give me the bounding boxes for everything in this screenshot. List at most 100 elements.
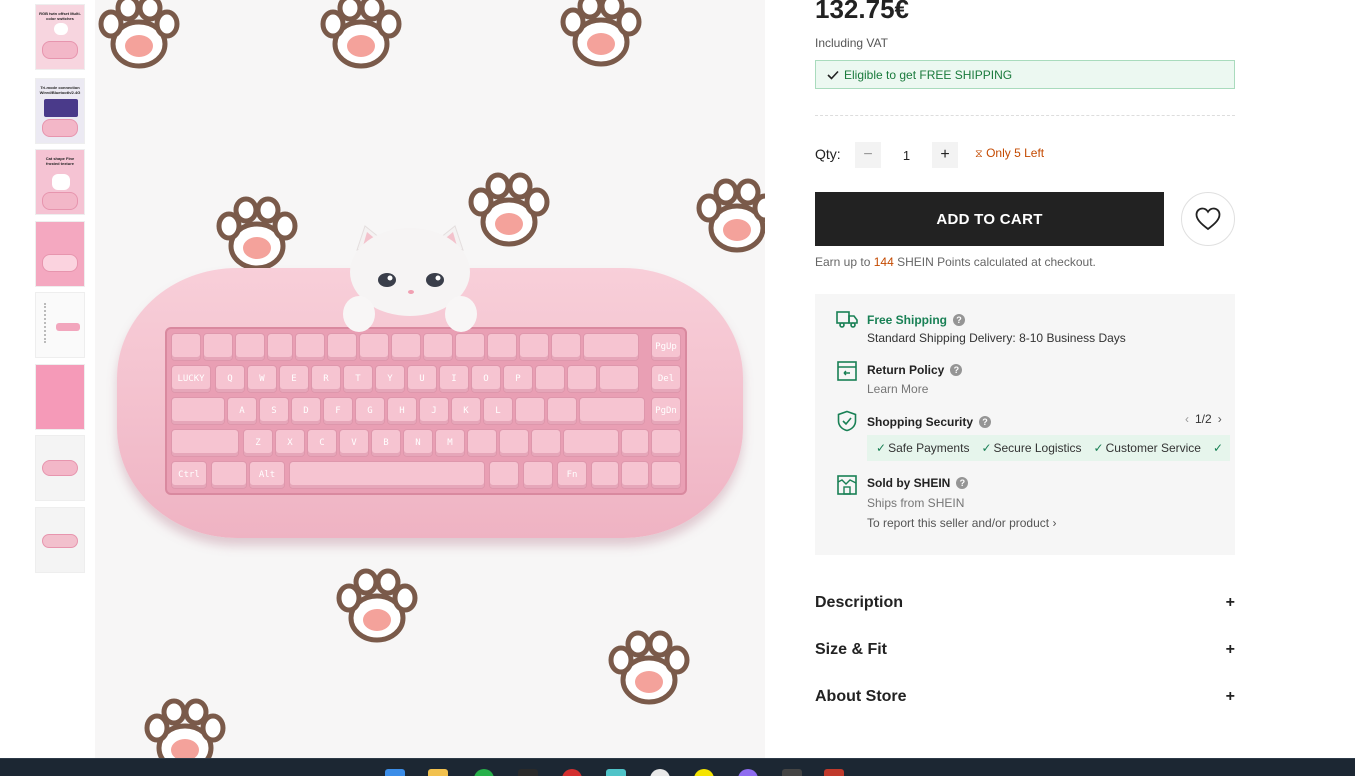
plus-icon: + bbox=[1225, 688, 1235, 705]
quantity-input[interactable] bbox=[881, 142, 932, 168]
keyboard-keys: PgUp LUCKY Q W E R T Y U I O P Del A S D… bbox=[165, 327, 687, 495]
return-policy-title[interactable]: Return Policy ? bbox=[867, 363, 963, 377]
app-icon[interactable] bbox=[824, 769, 844, 776]
cat-image bbox=[54, 23, 68, 35]
accordion-label: Size & Fit bbox=[815, 641, 888, 658]
check-icon: ✓ bbox=[1093, 441, 1104, 455]
paw-print-decoration bbox=[605, 630, 693, 710]
thumbnail-6[interactable] bbox=[35, 364, 85, 430]
security-features: ✓ Safe Payments ✓ Secure Logistics ✓ Custom… bbox=[867, 435, 1230, 461]
product-price: 132.75€ bbox=[815, 0, 909, 24]
return-box-icon bbox=[837, 361, 857, 381]
report-seller-text: To report this seller and/or product bbox=[867, 516, 1050, 530]
points-prefix: Earn up to bbox=[815, 255, 871, 269]
heart-icon bbox=[1195, 207, 1221, 231]
keyboard-image bbox=[42, 534, 78, 548]
app-icon[interactable] bbox=[694, 769, 714, 776]
thumbnail-3[interactable]: Cat shape Fine frosted texture bbox=[35, 149, 85, 215]
main-product-image[interactable]: PgUp LUCKY Q W E R T Y U I O P Del A S D… bbox=[95, 0, 765, 758]
check-icon bbox=[827, 70, 839, 80]
return-policy-label: Return Policy bbox=[867, 363, 945, 377]
accordion-size-fit[interactable]: Size & Fit + bbox=[815, 638, 1235, 662]
learn-more-link[interactable]: Learn More bbox=[867, 382, 928, 396]
windows-start-icon[interactable] bbox=[385, 769, 405, 776]
ships-from: Ships from SHEIN bbox=[867, 496, 965, 510]
divider bbox=[815, 115, 1235, 116]
app-icon[interactable] bbox=[474, 769, 494, 776]
stock-warning: ⧖ Only 5 Left bbox=[975, 146, 1044, 161]
chevron-left-icon[interactable]: ‹ bbox=[1185, 412, 1189, 426]
shield-icon bbox=[837, 410, 857, 432]
keyboard-image bbox=[56, 323, 80, 331]
app-icon[interactable] bbox=[782, 769, 802, 776]
free-shipping-text: Eligible to get FREE SHIPPING bbox=[844, 67, 1013, 82]
free-shipping-label: Free Shipping bbox=[867, 313, 948, 327]
help-icon[interactable]: ? bbox=[953, 314, 966, 326]
thumbnail-7[interactable] bbox=[35, 435, 85, 501]
thumbnail-8[interactable] bbox=[35, 507, 85, 573]
paw-print-decoration bbox=[693, 178, 765, 258]
wishlist-button[interactable] bbox=[1181, 192, 1235, 246]
points-note: Earn up to 144 SHEIN Points calculated a… bbox=[815, 255, 1096, 269]
product-page: RGB twin offset Multi-color switches Tri… bbox=[0, 0, 1355, 776]
shopping-security-title[interactable]: Shopping Security ? bbox=[867, 415, 992, 429]
thumbnail-caption: Cat shape Fine frosted texture bbox=[45, 156, 75, 166]
accordion-about-store[interactable]: About Store + bbox=[815, 685, 1235, 709]
app-icon[interactable] bbox=[650, 769, 670, 776]
thumbnail-4[interactable] bbox=[35, 221, 85, 287]
thumbnail-caption: Tri-mode connection Wired/Bluetooth/2.4G bbox=[39, 85, 81, 95]
app-icon[interactable] bbox=[606, 769, 626, 776]
thumbnail-1[interactable]: RGB twin offset Multi-color switches bbox=[35, 4, 85, 70]
stock-text: Only 5 Left bbox=[986, 146, 1045, 160]
file-explorer-icon[interactable] bbox=[428, 769, 448, 776]
free-shipping-title[interactable]: Free Shipping ? bbox=[867, 313, 966, 327]
help-icon[interactable]: ? bbox=[950, 364, 963, 376]
keyboard-image bbox=[42, 41, 78, 59]
security-item-label: Safe Payments bbox=[888, 441, 970, 455]
add-to-cart-button[interactable]: ADD TO CART bbox=[815, 192, 1164, 246]
keyboard-image bbox=[42, 254, 78, 272]
free-shipping-banner: Eligible to get FREE SHIPPING bbox=[815, 60, 1235, 89]
app-icon[interactable] bbox=[518, 769, 538, 776]
paw-print-decoration bbox=[317, 0, 405, 74]
seller-label: Sold by SHEIN bbox=[867, 476, 951, 490]
cat-image bbox=[52, 174, 70, 190]
security-item: ✓ Secure Logistics bbox=[981, 441, 1081, 455]
points-value: 144 bbox=[873, 255, 894, 269]
paw-print-decoration bbox=[557, 0, 645, 72]
report-seller-link[interactable]: To report this seller and/or product › bbox=[867, 516, 1056, 530]
shipping-detail: Standard Shipping Delivery: 8-10 Busines… bbox=[867, 331, 1126, 345]
accordion-label: About Store bbox=[815, 688, 907, 705]
service-info-panel: Free Shipping ? Standard Shipping Delive… bbox=[815, 294, 1235, 555]
quantity-label: Qty: bbox=[815, 146, 841, 162]
quantity-increase-button[interactable]: + bbox=[932, 142, 958, 168]
chevron-right-icon[interactable]: › bbox=[1218, 412, 1222, 426]
seller-title[interactable]: Sold by SHEIN ? bbox=[867, 476, 969, 490]
paw-print-decoration bbox=[333, 568, 421, 648]
plus-icon: + bbox=[1225, 594, 1235, 611]
hourglass-icon: ⧖ bbox=[975, 148, 983, 160]
keyboard-image bbox=[42, 192, 78, 210]
security-item-label: Secure Logistics bbox=[993, 441, 1082, 455]
quantity-decrease-button[interactable]: − bbox=[855, 142, 881, 168]
app-icon[interactable] bbox=[562, 769, 582, 776]
chevron-right-icon: › bbox=[1052, 516, 1057, 530]
check-icon: ✓ bbox=[1212, 441, 1224, 455]
app-icon[interactable] bbox=[738, 769, 758, 776]
help-icon[interactable]: ? bbox=[956, 477, 969, 489]
check-icon: ✓ bbox=[876, 441, 887, 455]
plus-icon: + bbox=[1225, 641, 1235, 658]
help-icon[interactable]: ? bbox=[979, 416, 992, 428]
thumbnail-caption: RGB twin offset Multi-color switches bbox=[39, 11, 81, 21]
security-item: ✓ Customer Service bbox=[1094, 441, 1201, 455]
paw-print-decoration bbox=[213, 196, 301, 276]
thumbnail-5[interactable] bbox=[35, 292, 85, 358]
keyboard-image bbox=[42, 460, 78, 476]
thumbnail-2[interactable]: Tri-mode connection Wired/Bluetooth/2.4G bbox=[35, 78, 85, 144]
vat-note: Including VAT bbox=[815, 36, 888, 50]
security-item-label: Customer Service bbox=[1105, 441, 1201, 455]
security-item: ✓ Safe Payments bbox=[876, 441, 969, 455]
pager-text: 1/2 bbox=[1195, 412, 1212, 426]
paw-print-decoration bbox=[141, 698, 229, 758]
accordion-description[interactable]: Description + bbox=[815, 591, 1235, 615]
